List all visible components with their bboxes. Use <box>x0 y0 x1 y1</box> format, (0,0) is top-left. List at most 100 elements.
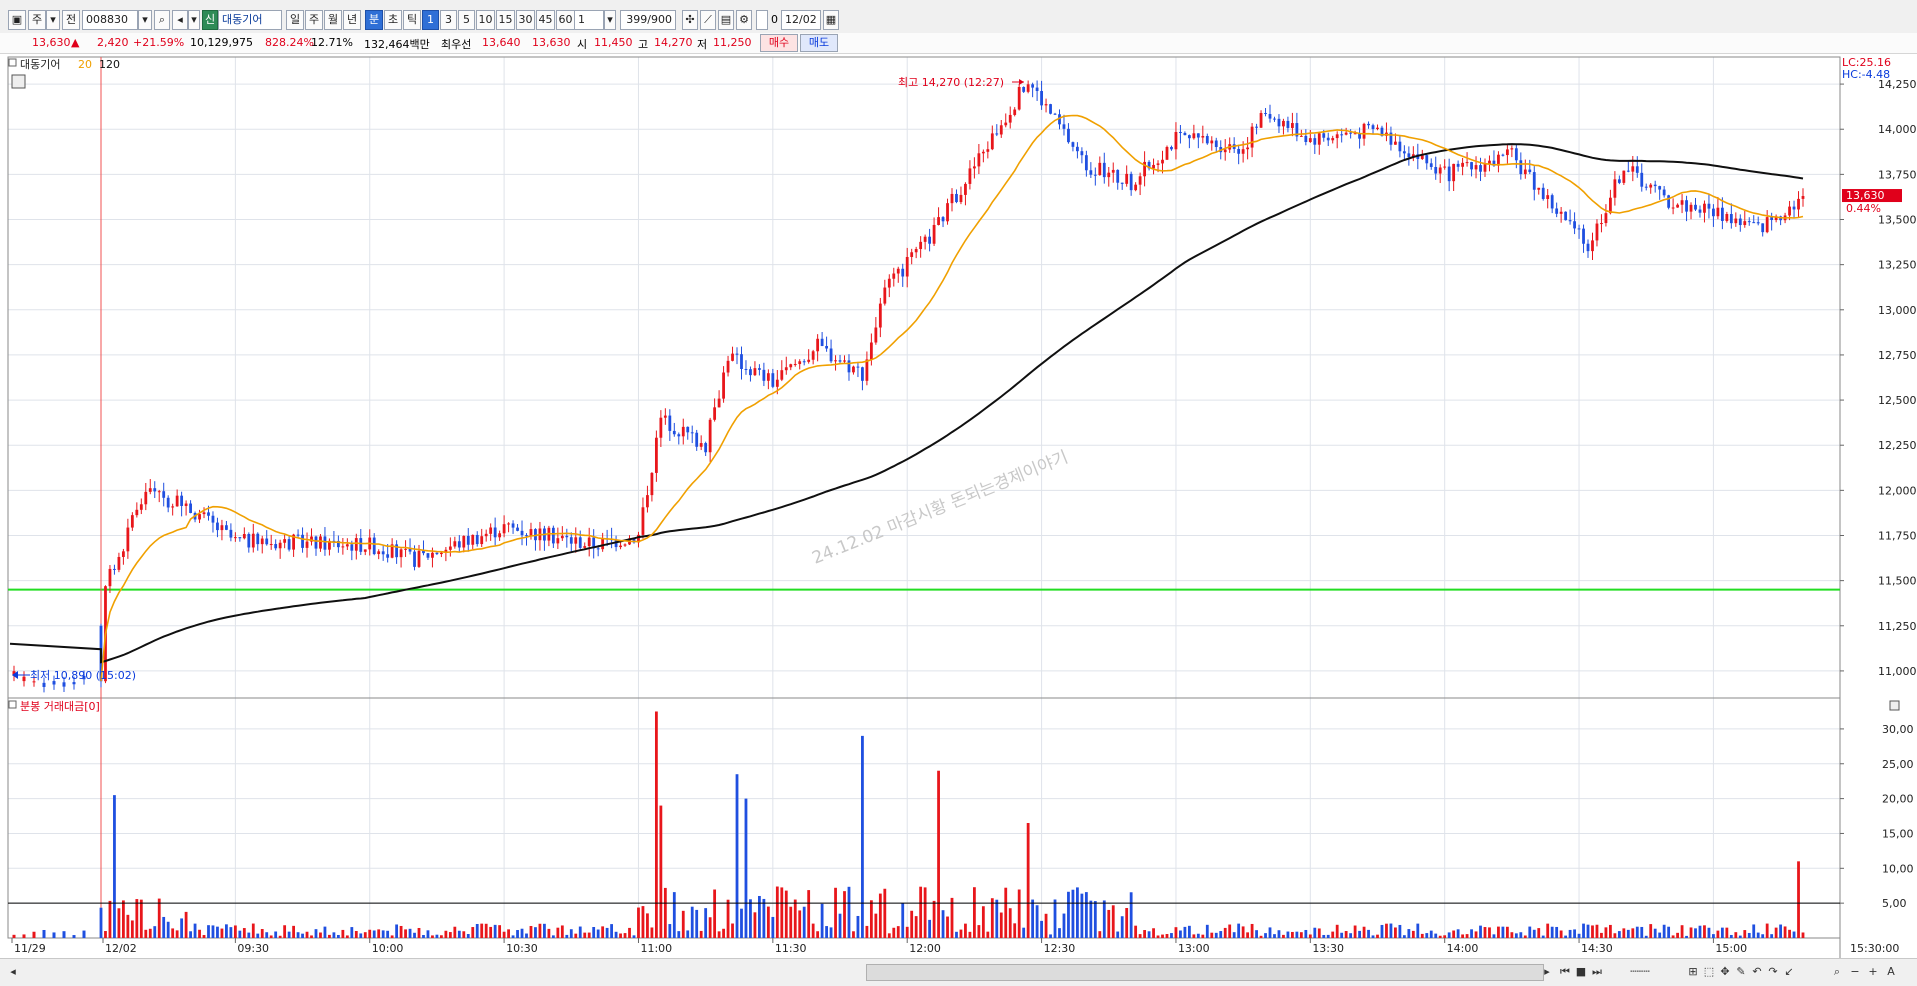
volume-bar <box>610 924 613 938</box>
candle-body <box>475 534 479 545</box>
volume-bar <box>1438 935 1442 938</box>
interval-button[interactable]: 45 <box>536 10 555 30</box>
draw-icon[interactable]: ✎ <box>1734 965 1748 979</box>
code-dropdown-icon[interactable]: ▾ <box>138 10 152 30</box>
time-tick-label: 11/29 <box>14 942 46 955</box>
prev-button[interactable]: 전 <box>62 10 80 30</box>
low-price: 11,250 <box>713 36 752 49</box>
volume-bar <box>1026 823 1030 938</box>
settings-gear-icon[interactable]: ⚙ <box>736 10 752 30</box>
interval-dropdown-icon[interactable]: ▾ <box>604 10 616 30</box>
scroll-thumb[interactable] <box>866 964 1544 981</box>
draw-tool-icon[interactable]: ⟋ <box>700 10 716 30</box>
interval-button[interactable]: 3 <box>440 10 457 30</box>
interval-button[interactable]: 15 <box>496 10 515 30</box>
last-page-icon[interactable]: ⏭ <box>1590 965 1604 979</box>
volume-bar <box>1532 929 1536 938</box>
candle-body <box>972 166 976 169</box>
candle-body <box>950 193 954 204</box>
range-slider-icon[interactable]: ┄┄┄ <box>1610 965 1670 979</box>
volume-bar <box>323 926 327 938</box>
volume-legend: 분봉 거래대금[0] <box>20 700 100 713</box>
select-icon[interactable]: ⬚ <box>1702 965 1716 979</box>
candle-body <box>596 548 600 550</box>
stop-icon[interactable]: ■ <box>1574 965 1588 979</box>
stock-name-field: 대동기어 <box>218 10 282 30</box>
volume-bar <box>1586 924 1590 938</box>
sell-button[interactable]: 매도 <box>800 34 838 52</box>
save-icon[interactable]: ▤ <box>718 10 734 30</box>
period-button[interactable]: 틱 <box>403 10 421 30</box>
undo-icon[interactable]: ↶ <box>1750 965 1764 979</box>
candle-body <box>766 373 770 381</box>
volume-bar <box>198 929 201 938</box>
text-tool-icon[interactable]: A <box>1884 965 1898 979</box>
volume-bar <box>1510 932 1514 938</box>
period-button[interactable]: 주 <box>305 10 323 30</box>
interval-select[interactable]: 1 <box>574 10 604 30</box>
volume-bar <box>1058 928 1061 938</box>
scroll-right-icon[interactable]: ▸ <box>1540 965 1554 979</box>
pan-icon[interactable]: ✥ <box>1718 965 1732 979</box>
buy-button[interactable]: 매수 <box>760 34 798 52</box>
interval-button[interactable]: 5 <box>458 10 475 30</box>
volume-bar <box>834 887 837 938</box>
arrow-icon[interactable]: ↙ <box>1782 965 1796 979</box>
period-button[interactable]: 월 <box>324 10 342 30</box>
volume-bar <box>981 906 985 938</box>
date-input[interactable]: 12/02 <box>781 10 821 30</box>
period-button[interactable]: 일 <box>286 10 304 30</box>
stock-code-input[interactable]: 008830 <box>82 10 138 30</box>
candle-body <box>1429 163 1433 167</box>
candle-body <box>1004 122 1008 126</box>
period-button[interactable]: 년 <box>343 10 361 30</box>
candle-body <box>1111 169 1115 173</box>
interval-button[interactable]: 60 <box>556 10 575 30</box>
count-field[interactable]: 399/900 <box>620 10 676 30</box>
redo-icon[interactable]: ↷ <box>1766 965 1780 979</box>
volume-bar <box>341 929 345 938</box>
first-page-icon[interactable]: ⏮ <box>1558 965 1572 979</box>
volume-panel-close-icon[interactable] <box>1889 700 1900 711</box>
zoom-out-icon[interactable]: − <box>1848 965 1862 979</box>
layout-icon[interactable]: ▣ <box>8 10 26 30</box>
candle-body <box>1765 217 1769 233</box>
search-icon[interactable]: ⌕ <box>154 10 170 30</box>
candle-body <box>1528 169 1532 173</box>
period-button[interactable]: 분 <box>365 10 383 30</box>
interval-button[interactable]: 30 <box>516 10 535 30</box>
sound-icon[interactable]: ◂ <box>172 10 188 30</box>
candle-body <box>1640 172 1644 187</box>
date-checkbox[interactable] <box>756 10 768 30</box>
volume-bar <box>1792 931 1796 938</box>
time-tick-label: 12/02 <box>105 942 137 955</box>
candle-body <box>955 193 958 203</box>
sound-dropdown-icon[interactable]: ▾ <box>188 10 200 30</box>
volume-bar <box>520 928 524 938</box>
stock-chart[interactable]: 24.12.02 마감시황 돈되는경제이야기 14,25014,00013,75… <box>0 54 1917 971</box>
volume-bar <box>865 925 869 938</box>
scroll-left-icon[interactable]: ◂ <box>6 965 20 979</box>
volume-bar <box>265 932 269 938</box>
volume-bar <box>654 711 658 938</box>
market-dropdown-icon[interactable]: ▾ <box>46 10 60 30</box>
period-button[interactable]: 초 <box>384 10 402 30</box>
volume-tick-label: 15,00 <box>1882 827 1914 840</box>
scroll-bar[interactable]: ◂ ▸ ⏮ ■ ⏭ ┄┄┄ ⊞ ⬚ ✥ ✎ ↶ ↷ ↙ ⌕ − + A <box>0 958 1917 986</box>
market-button[interactable]: 주 <box>28 10 46 30</box>
candle-body <box>811 351 815 360</box>
magnifier-icon[interactable]: ⌕ <box>1830 965 1844 979</box>
interval-button[interactable]: 1 <box>422 10 439 30</box>
crosshair-icon[interactable]: ⊞ <box>1686 965 1700 979</box>
price-tick-label: 13,750 <box>1878 168 1917 181</box>
calendar-icon[interactable]: ▦ <box>823 10 839 30</box>
candle-body <box>1801 196 1805 199</box>
candle-body <box>350 544 354 551</box>
volume-bar <box>408 928 412 938</box>
interval-button[interactable]: 10 <box>476 10 495 30</box>
indicator-icon[interactable]: ✣ <box>682 10 698 30</box>
volume-bar <box>1062 913 1066 938</box>
volume-bar <box>874 913 878 938</box>
zoom-in-icon[interactable]: + <box>1866 965 1880 979</box>
panel-menu-icon[interactable] <box>11 74 26 89</box>
